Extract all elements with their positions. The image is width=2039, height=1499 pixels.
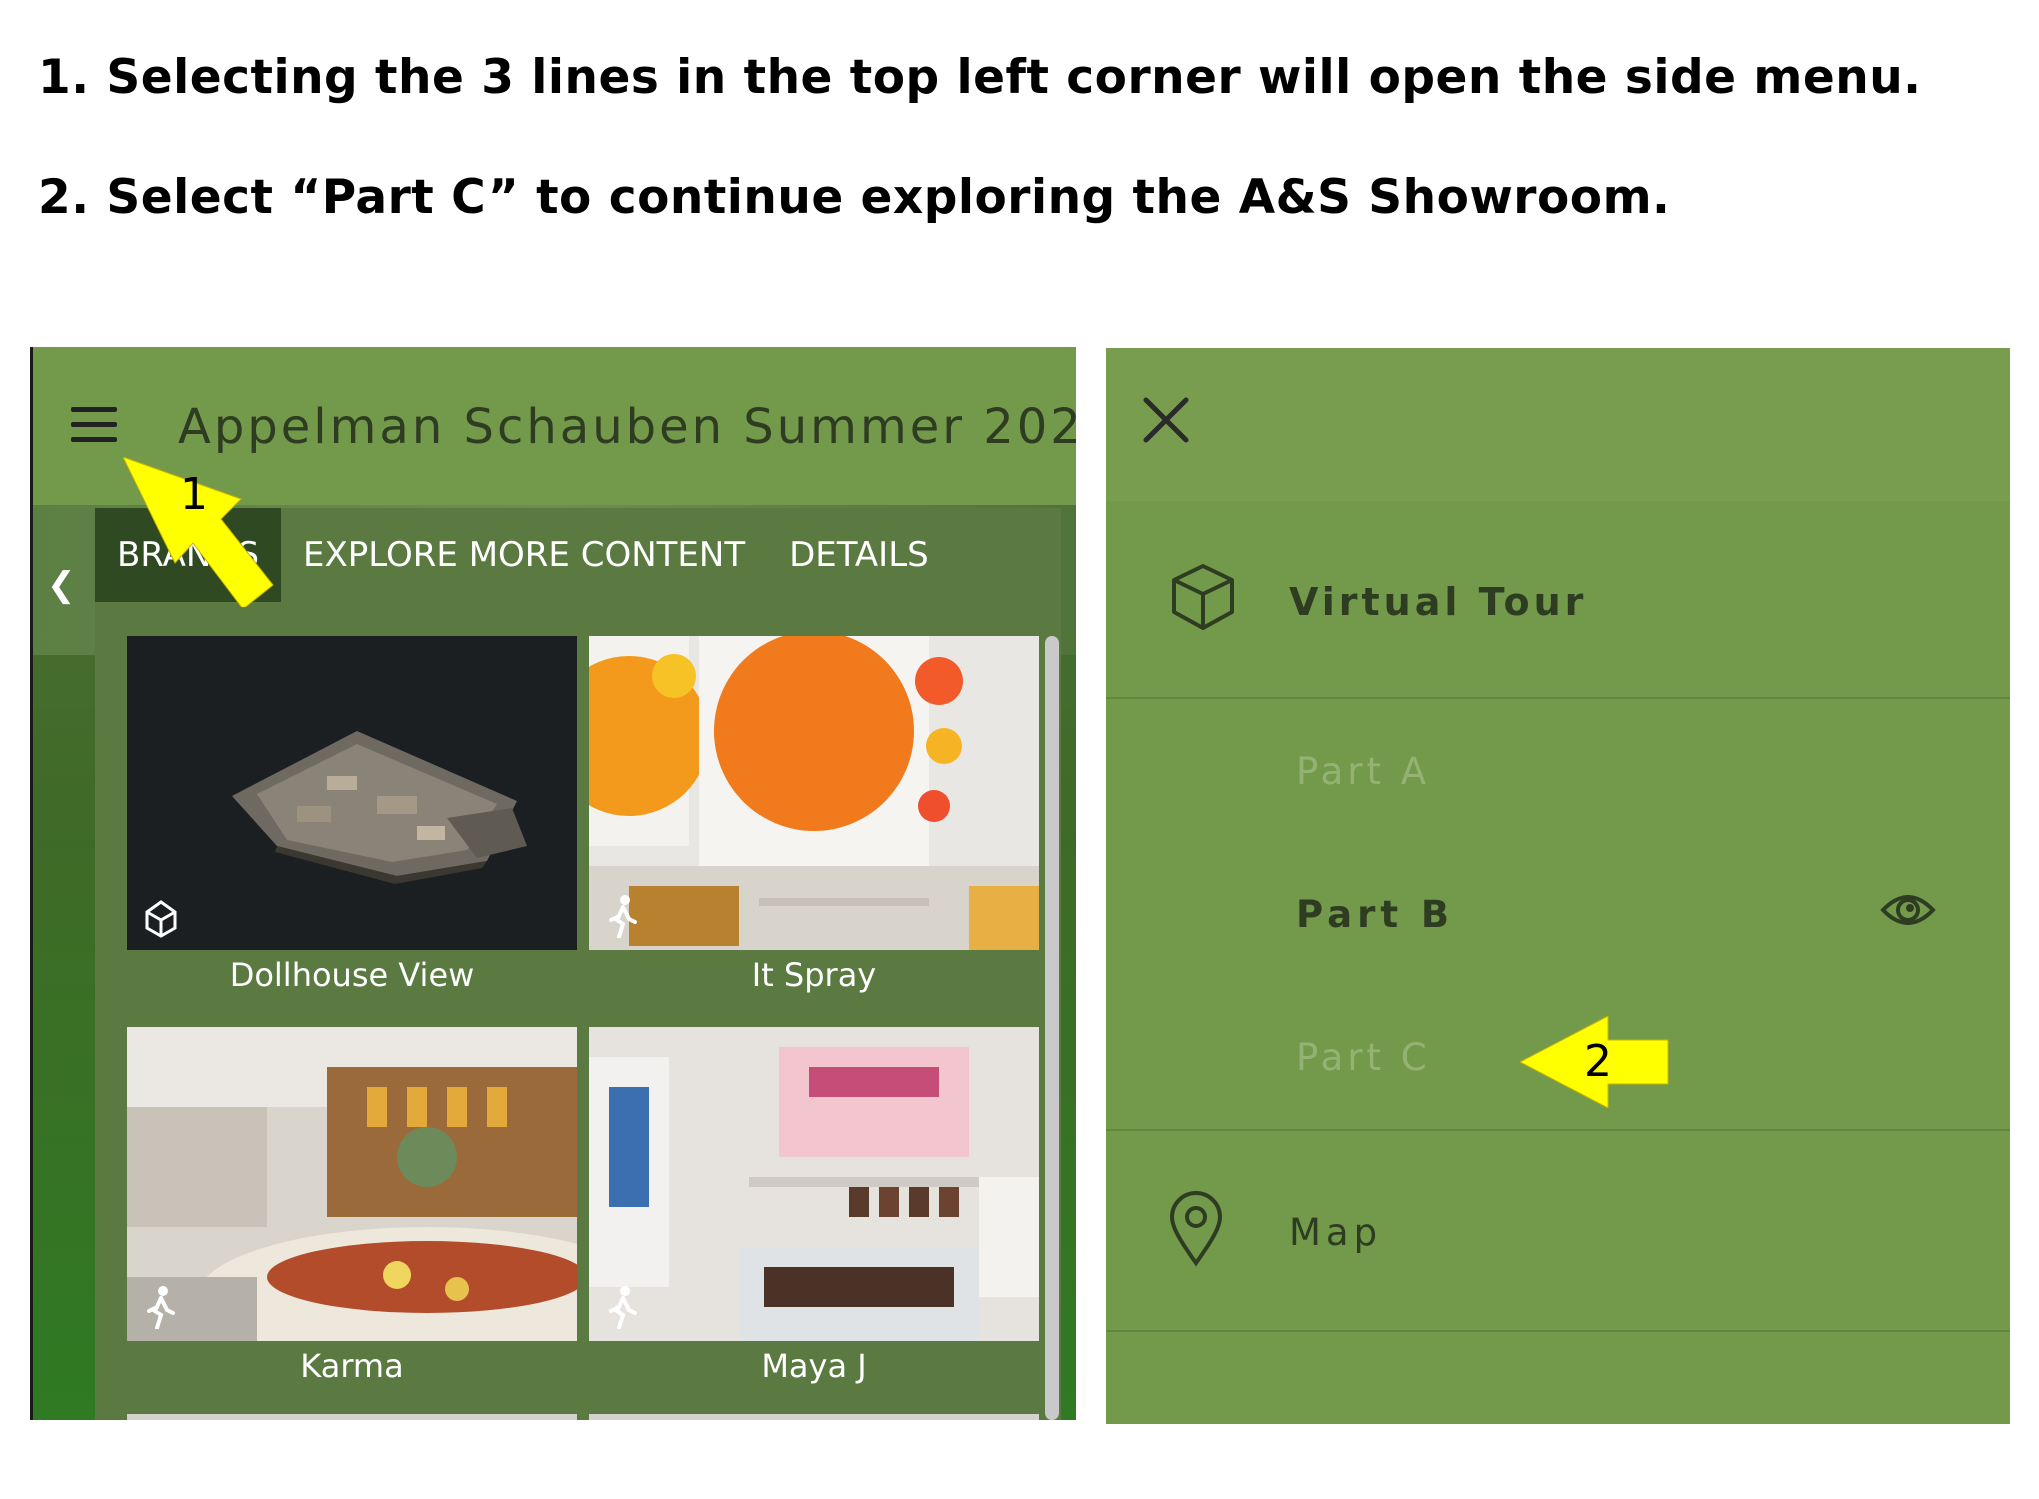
right-screenshot-side-menu: Virtual Tour Part A Part B Part C Map 2 [1106, 348, 2010, 1424]
scrollbar[interactable] [1045, 636, 1059, 1420]
menu-item-part-c[interactable]: Part C [1296, 1036, 1431, 1079]
card-next-row-left [127, 1414, 577, 1420]
map-pin-icon [1169, 1191, 1223, 1267]
menu-header [1106, 348, 2010, 501]
content-panel: BRANDS EXPLORE MORE CONTENT DETAILS Doll… [95, 508, 1061, 1420]
callout-number-2: 2 [1584, 1036, 1612, 1087]
menu-item-part-b[interactable]: Part B [1296, 893, 1454, 936]
karma-thumbnail [127, 1027, 577, 1341]
cube-icon [1172, 564, 1234, 630]
tab-explore-more-content[interactable]: EXPLORE MORE CONTENT [281, 508, 767, 602]
card-label-it-spray: It Spray [751, 956, 877, 994]
callout-arrow-1 [123, 457, 274, 607]
menu-divider [1106, 1330, 2010, 1332]
eye-icon [1880, 895, 1936, 925]
walk-icon [147, 1286, 175, 1329]
menu-item-part-a[interactable]: Part A [1296, 750, 1430, 793]
left-screenshot: Appelman Schauben Summer 2020 ❮ BRANDS E… [30, 347, 1076, 1420]
menu-divider [1106, 1129, 2010, 1131]
instruction-step-1: 1. Selecting the 3 lines in the top left… [38, 50, 1922, 105]
maya-j-thumbnail [589, 1027, 1039, 1341]
chevron-left-icon[interactable]: ❮ [47, 565, 76, 605]
instruction-step-2: 2. Select “Part C” to continue exploring… [38, 170, 1671, 225]
card-label-karma: Karma [300, 1347, 404, 1385]
it-spray-thumbnail [589, 636, 1039, 950]
walk-icon [609, 895, 637, 938]
card-next-row-right [589, 1414, 1039, 1420]
card-label-maya-j: Maya J [761, 1347, 867, 1385]
menu-item-virtual-tour[interactable]: Virtual Tour [1289, 580, 1587, 624]
card-maya-j[interactable] [589, 1027, 1039, 1341]
card-it-spray[interactable] [589, 636, 1039, 950]
tab-details[interactable]: DETAILS [767, 508, 951, 602]
dollhouse-icon [145, 900, 177, 938]
callout-number-1: 1 [180, 469, 208, 520]
card-dollhouse-view[interactable] [127, 636, 577, 950]
hamburger-menu-icon[interactable] [71, 407, 117, 443]
close-icon[interactable] [1142, 396, 1190, 444]
card-karma[interactable] [127, 1027, 577, 1341]
walk-icon [609, 1286, 637, 1329]
app-title: Appelman Schauben Summer 2020 [178, 399, 1076, 455]
menu-item-map[interactable]: Map [1289, 1211, 1382, 1254]
card-label-dollhouse-view: Dollhouse View [229, 956, 475, 994]
dollhouse-thumbnail [127, 636, 577, 950]
menu-divider [1106, 697, 2010, 699]
